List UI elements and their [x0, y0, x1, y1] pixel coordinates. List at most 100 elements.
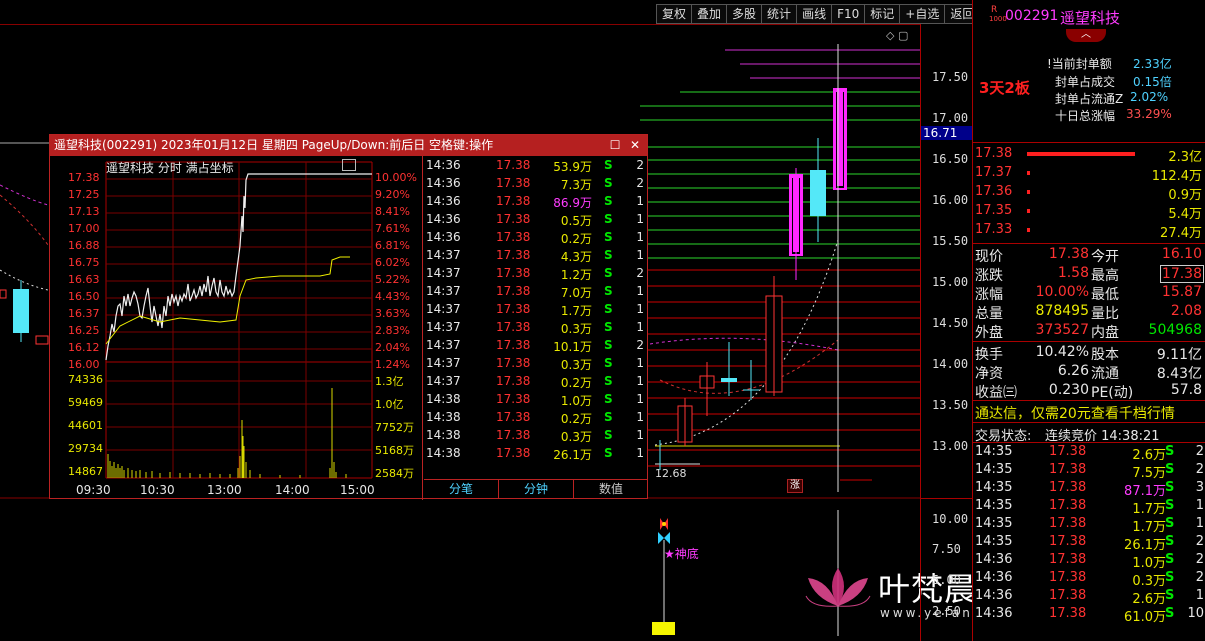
fundamental-row: 净资 6.26 流通 8.43亿 — [973, 363, 1205, 382]
tab-minutes[interactable]: 分钟 — [499, 480, 574, 499]
trade-row[interactable]: 14:36 17.38 1.0万 S 2 — [973, 552, 1205, 571]
tick-side: S — [604, 212, 613, 226]
tick-time: 14:38 — [426, 446, 461, 460]
intraday-mini-chart[interactable]: 遥望科技 分时 满占坐标 17.38 17.25 17.13 17.00 16.… — [50, 156, 423, 500]
promo-link[interactable]: 通达信，仅需20元查看千档行情 — [975, 403, 1175, 423]
restore-rights-button[interactable]: 复权 — [656, 4, 693, 24]
seal-amount-value: 2.33亿 — [1133, 57, 1172, 71]
tick-row[interactable]: 14:37 17.38 0.2万 S 1 — [424, 372, 648, 390]
close-icon[interactable]: ✕ — [627, 135, 643, 155]
bid-row[interactable]: 17.38 2.3亿 — [973, 146, 1205, 165]
quote-label: 外盘 — [975, 325, 1003, 341]
mark-button[interactable]: 标记 — [865, 4, 901, 24]
popup-title-bar[interactable]: 遥望科技(002291) 2023年01月12日 星期四 PageUp/Down… — [50, 135, 647, 156]
trade-row[interactable]: 14:35 17.38 87.1万 S 3 — [973, 480, 1205, 499]
tick-row[interactable]: 14:38 17.38 0.3万 S 1 — [424, 426, 648, 444]
seal-amount-label: !当前封单额 — [1047, 57, 1112, 71]
tick-row[interactable]: 14:36 17.38 86.9万 S 1 — [424, 192, 648, 210]
tick-time: 14:38 — [426, 392, 461, 406]
trade-row[interactable]: 14:35 17.38 2.6万 S 2 — [973, 444, 1205, 463]
tick-volume: 86.9万 — [553, 196, 592, 210]
chart-nav-icons[interactable]: ◇ ▢ — [886, 29, 908, 42]
add-watchlist-button[interactable]: +自选 — [900, 4, 946, 24]
trade-side: S — [1165, 516, 1175, 531]
tick-row[interactable]: 14:37 17.38 1.7万 S 1 — [424, 300, 648, 318]
intraday-popup[interactable]: 遥望科技(002291) 2023年01月12日 星期四 PageUp/Down… — [49, 134, 648, 500]
stock-name[interactable]: 遥望科技 — [1060, 7, 1120, 28]
trade-time: 14:36 — [975, 570, 1013, 585]
bid-volume-bar — [1027, 190, 1030, 194]
mini-chart-corner-icon[interactable] — [342, 159, 356, 171]
vol-axis-label: 29734 — [68, 442, 103, 455]
tab-values[interactable]: 数值 — [574, 480, 648, 499]
tick-list[interactable]: 14:36 17.38 53.9万 S 2 14:36 17.38 7.3万 S 2 14:36 17… — [424, 156, 648, 479]
tick-side: S — [604, 338, 613, 352]
trade-row[interactable]: 14:36 17.38 2.6万 S 1 — [973, 588, 1205, 607]
trade-side: S — [1165, 570, 1175, 585]
tick-price: 17.38 — [496, 248, 531, 262]
quote-value: 2.08 — [1170, 303, 1202, 319]
pct-axis-label: 9.20% — [375, 188, 410, 201]
tick-row[interactable]: 14:37 17.38 10.1万 S 2 — [424, 336, 648, 354]
bid-row[interactable]: 17.37 112.4万 — [973, 165, 1205, 184]
tick-row[interactable]: 14:37 17.38 0.3万 S 1 — [424, 354, 648, 372]
trade-row[interactable]: 14:36 17.38 61.0万 S 10 — [973, 606, 1205, 625]
trade-count: 1 — [1195, 498, 1204, 513]
collapse-icon[interactable]: ︿ — [1066, 29, 1106, 42]
quote-value: 504968 — [1148, 322, 1202, 338]
tick-time: 14:36 — [426, 194, 461, 208]
bid-row[interactable]: 17.36 0.9万 — [973, 184, 1205, 203]
tick-row[interactable]: 14:36 17.38 0.2万 S 1 — [424, 228, 648, 246]
pct-axis-label: 2.83% — [375, 324, 410, 337]
tick-row[interactable]: 14:37 17.38 7.0万 S 1 — [424, 282, 648, 300]
overlay-button[interactable]: 叠加 — [692, 4, 728, 24]
tick-count: 1 — [636, 446, 644, 460]
bid-volume: 112.4万 — [1151, 169, 1202, 184]
tick-row[interactable]: 14:37 17.38 4.3万 S 1 — [424, 246, 648, 264]
tick-count: 1 — [636, 374, 644, 388]
tick-volume: 7.3万 — [560, 178, 592, 192]
tick-row[interactable]: 14:38 17.38 26.1万 S 1 — [424, 444, 648, 462]
tick-row[interactable]: 14:36 17.38 53.9万 S 2 — [424, 156, 648, 174]
quote-label: 今开 — [1091, 249, 1119, 265]
maximize-icon[interactable]: ☐ — [607, 135, 623, 155]
tick-row[interactable]: 14:37 17.38 1.2万 S 2 — [424, 264, 648, 282]
time-axis-label: 13:00 — [207, 483, 242, 497]
draw-line-button[interactable]: 画线 — [797, 4, 833, 24]
toolbar: 复权 叠加 多股 统计 画线 F10 标记 +自选 返回 — [656, 4, 981, 24]
trade-row[interactable]: 14:35 17.38 26.1万 S 2 — [973, 534, 1205, 553]
bid-row[interactable]: 17.33 27.4万 — [973, 222, 1205, 241]
tick-row[interactable]: 14:36 17.38 0.5万 S 1 — [424, 210, 648, 228]
popup-tabs: 分笔 分钟 数值 — [424, 479, 648, 499]
trade-side: S — [1165, 444, 1175, 459]
tick-side: S — [604, 266, 613, 280]
trade-row[interactable]: 14:35 17.38 7.5万 S 2 — [973, 462, 1205, 481]
f10-button[interactable]: F10 — [832, 4, 866, 24]
vol-axis-label: 59469 — [68, 396, 103, 409]
stock-code[interactable]: 002291 — [1005, 8, 1058, 24]
trade-row[interactable]: 14:35 17.38 1.7万 S 1 — [973, 516, 1205, 535]
tick-row[interactable]: 14:36 17.38 7.3万 S 2 — [424, 174, 648, 192]
quote-row: 涨幅 10.00% 最低 15.87 — [973, 284, 1205, 303]
price-axis-label: 16.00 — [68, 358, 100, 371]
multi-stock-button[interactable]: 多股 — [727, 4, 763, 24]
quote-value: 17.38 — [1159, 265, 1204, 283]
price-axis-label: 17.00 — [68, 222, 100, 235]
trade-row[interactable]: 14:35 17.38 1.7万 S 1 — [973, 498, 1205, 517]
pct-axis-label: 6.81% — [375, 239, 410, 252]
bid-row[interactable]: 17.35 5.4万 — [973, 203, 1205, 222]
price-axis-label: 16.25 — [68, 324, 100, 337]
tick-volume: 0.2万 — [560, 412, 592, 426]
statistics-button[interactable]: 统计 — [762, 4, 798, 24]
trade-volume: 26.1万 — [1124, 538, 1166, 553]
trade-row[interactable]: 14:36 17.38 0.3万 S 2 — [973, 570, 1205, 589]
amount-axis-label: 1.3亿 — [375, 375, 404, 388]
trade-time: 14:35 — [975, 516, 1013, 531]
tab-ticks[interactable]: 分笔 — [424, 480, 499, 499]
tick-row[interactable]: 14:37 17.38 0.3万 S 1 — [424, 318, 648, 336]
tick-row[interactable]: 14:38 17.38 1.0万 S 1 — [424, 390, 648, 408]
tick-side: S — [604, 230, 613, 244]
quote-row: 涨跌 1.58 最高 17.38 — [973, 265, 1205, 284]
bid-volume: 0.9万 — [1168, 188, 1202, 203]
tick-row[interactable]: 14:38 17.38 0.2万 S 1 — [424, 408, 648, 426]
